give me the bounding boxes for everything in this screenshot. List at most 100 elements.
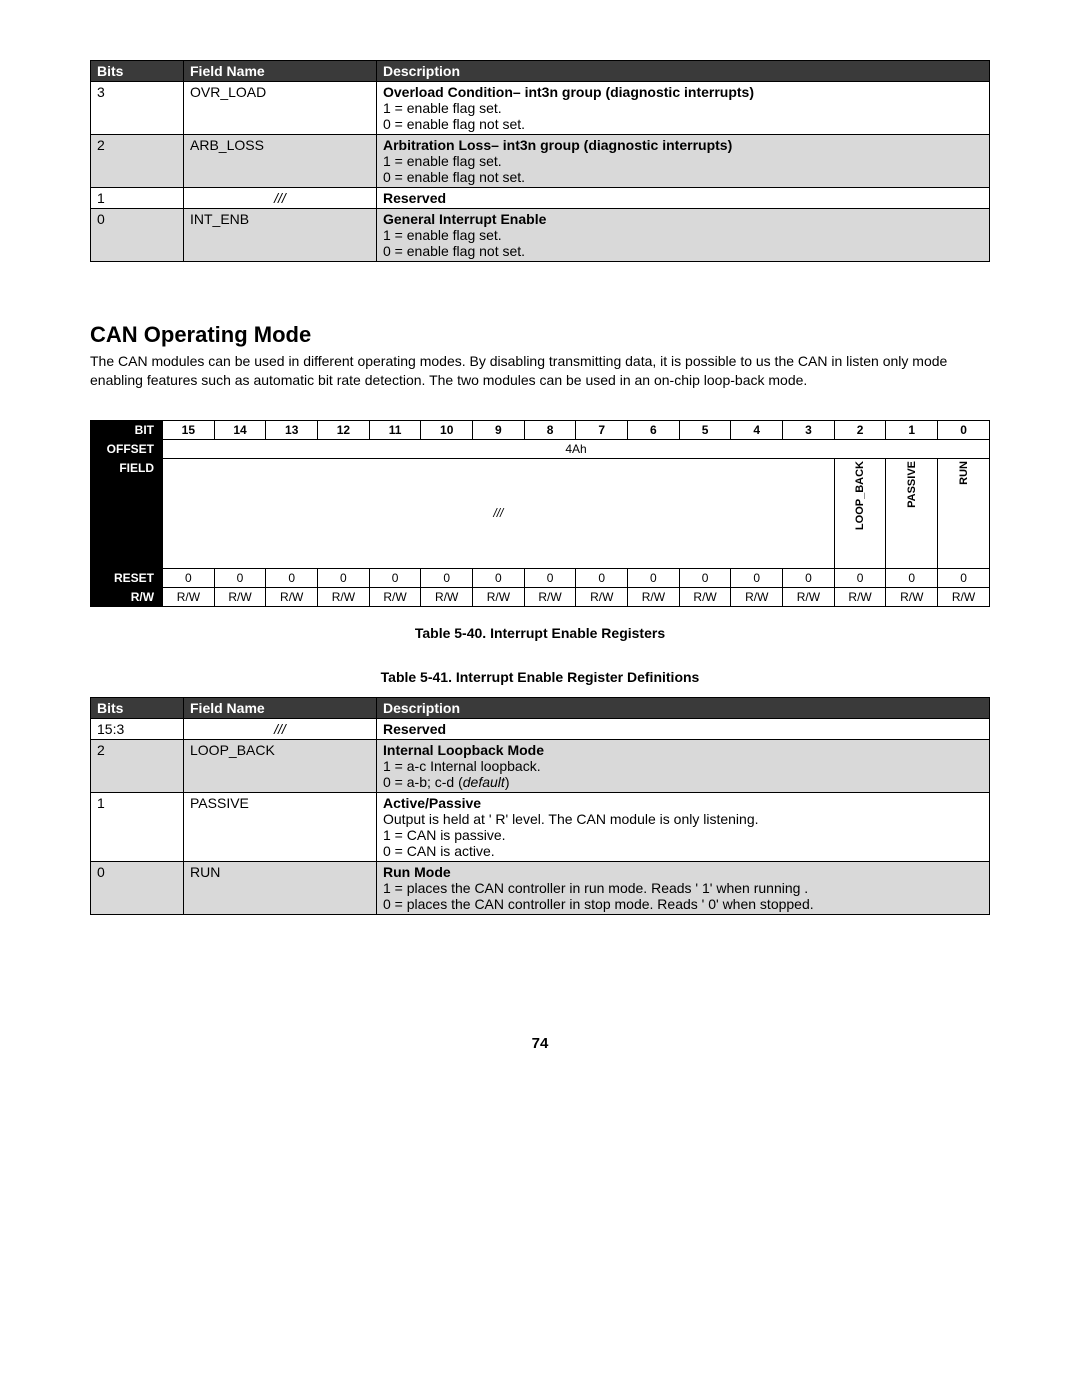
col-desc-header: Description (377, 61, 990, 82)
cell-field: RUN (184, 861, 377, 914)
vtext-passive: PASSIVE (906, 461, 918, 508)
cell-bits: 1 (91, 188, 184, 209)
table-row: 2 ARB_LOSS Arbitration Loss– int3n group… (91, 135, 990, 188)
cell-bits: 3 (91, 82, 184, 135)
cell-bits: 1 (91, 792, 184, 861)
reset-val: 0 (266, 568, 318, 587)
bit-num: 12 (318, 420, 370, 439)
cell-bits: 15:3 (91, 718, 184, 739)
reg-field-passive: PASSIVE (886, 458, 938, 568)
cell-desc: Active/Passive Output is held at ' R' le… (377, 792, 990, 861)
rw-val: R/W (524, 587, 576, 606)
desc-line: ) (505, 774, 510, 790)
desc-title: Reserved (383, 190, 446, 206)
bit-num: 11 (369, 420, 421, 439)
desc-title: Overload Condition– int3n group (diagnos… (383, 84, 754, 100)
bit-num: 1 (886, 420, 938, 439)
desc-line: 0 = enable flag not set. (383, 243, 525, 259)
cell-field: ARB_LOSS (184, 135, 377, 188)
desc-line: 1 = enable flag set. (383, 153, 502, 169)
reg-field-loopback: LOOP_BACK (834, 458, 886, 568)
cell-bits: 0 (91, 209, 184, 262)
table-interrupt-enable-prev: Bits Field Name Description 3 OVR_LOAD O… (90, 60, 990, 262)
rw-val: R/W (679, 587, 731, 606)
reset-val: 0 (938, 568, 990, 587)
cell-field: OVR_LOAD (184, 82, 377, 135)
desc-title: Internal Loopback Mode (383, 742, 544, 758)
desc-line: 0 = CAN is active. (383, 843, 495, 859)
reg-offset-value: 4Ah (163, 439, 990, 458)
reg-label-offset: OFFSET (91, 439, 163, 458)
table-row: 2 LOOP_BACK Internal Loopback Mode 1 = a… (91, 739, 990, 792)
desc-line: 0 = places the CAN controller in stop mo… (383, 896, 814, 912)
vtext-loopback: LOOP_BACK (854, 461, 866, 530)
reset-val: 0 (473, 568, 525, 587)
rw-val: R/W (938, 587, 990, 606)
reg-offset-row: OFFSET 4Ah (91, 439, 990, 458)
reset-val: 0 (163, 568, 215, 587)
reset-val: 0 (834, 568, 886, 587)
desc-line: 0 = enable flag not set. (383, 116, 525, 132)
table-interrupt-enable-definitions: Bits Field Name Description 15:3 /// Res… (90, 697, 990, 915)
reset-val: 0 (783, 568, 835, 587)
bit-num: 8 (524, 420, 576, 439)
reset-val: 0 (369, 568, 421, 587)
bit-num: 10 (421, 420, 473, 439)
table-row: 15:3 /// Reserved (91, 718, 990, 739)
col-bits-header: Bits (91, 61, 184, 82)
reg-label-rw: R/W (91, 587, 163, 606)
vtext-run: RUN (958, 461, 970, 485)
col-field-header: Field Name (184, 61, 377, 82)
cell-field: /// (184, 188, 377, 209)
desc-title: Active/Passive (383, 795, 481, 811)
rw-val: R/W (266, 587, 318, 606)
reset-val: 0 (679, 568, 731, 587)
section-heading: CAN Operating Mode (90, 322, 990, 348)
col-field-header: Field Name (184, 697, 377, 718)
cell-desc: Overload Condition– int3n group (diagnos… (377, 82, 990, 135)
bit-num: 0 (938, 420, 990, 439)
cell-field: INT_ENB (184, 209, 377, 262)
desc-line: 1 = a-c Internal loopback. (383, 758, 541, 774)
desc-title: Run Mode (383, 864, 451, 880)
reg-label-field: FIELD (91, 458, 163, 568)
reg-field-run: RUN (938, 458, 990, 568)
desc-line: 1 = places the CAN controller in run mod… (383, 880, 808, 896)
table-caption-40: Table 5-40. Interrupt Enable Registers (90, 625, 990, 641)
rw-val: R/W (318, 587, 370, 606)
cell-desc: General Interrupt Enable 1 = enable flag… (377, 209, 990, 262)
bit-num: 13 (266, 420, 318, 439)
table-row: 1 PASSIVE Active/Passive Output is held … (91, 792, 990, 861)
rw-val: R/W (214, 587, 266, 606)
rw-val: R/W (886, 587, 938, 606)
cell-bits: 2 (91, 135, 184, 188)
cell-desc: Run Mode 1 = places the CAN controller i… (377, 861, 990, 914)
cell-desc: Reserved (377, 188, 990, 209)
section-paragraph: The CAN modules can be used in different… (90, 352, 990, 390)
bit-num: 5 (679, 420, 731, 439)
rw-val: R/W (473, 587, 525, 606)
bit-num: 15 (163, 420, 215, 439)
desc-line-italic: default (463, 774, 505, 790)
desc-line: 0 = enable flag not set. (383, 169, 525, 185)
desc-title: Reserved (383, 721, 446, 737)
reg-field-reserved: /// (163, 458, 835, 568)
bit-num: 2 (834, 420, 886, 439)
cell-bits: 0 (91, 861, 184, 914)
table-row: 0 INT_ENB General Interrupt Enable 1 = e… (91, 209, 990, 262)
reset-val: 0 (318, 568, 370, 587)
rw-val: R/W (369, 587, 421, 606)
reg-rw-row: R/W R/W R/W R/W R/W R/W R/W R/W R/W R/W … (91, 587, 990, 606)
rw-val: R/W (628, 587, 680, 606)
cell-field: /// (184, 718, 377, 739)
col-desc-header: Description (377, 697, 990, 718)
table-header-row: Bits Field Name Description (91, 61, 990, 82)
reset-val: 0 (524, 568, 576, 587)
table-row: 3 OVR_LOAD Overload Condition– int3n gro… (91, 82, 990, 135)
desc-line: 1 = enable flag set. (383, 100, 502, 116)
reset-val: 0 (421, 568, 473, 587)
bit-num: 7 (576, 420, 628, 439)
desc-line: 1 = CAN is passive. (383, 827, 506, 843)
cell-desc: Internal Loopback Mode 1 = a-c Internal … (377, 739, 990, 792)
bit-num: 14 (214, 420, 266, 439)
